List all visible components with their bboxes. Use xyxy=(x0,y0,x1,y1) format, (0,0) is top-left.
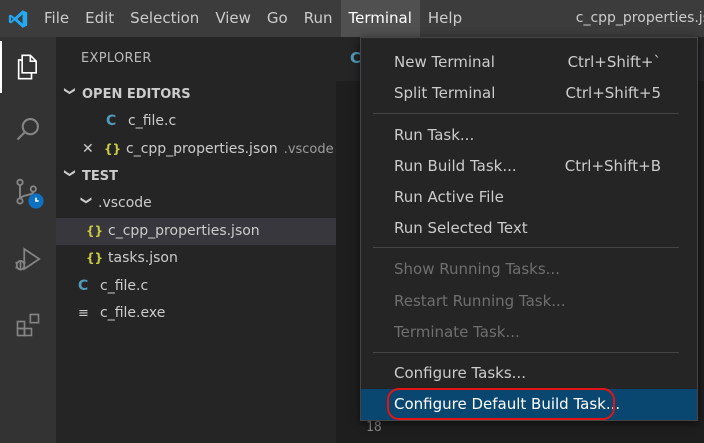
activity-bar xyxy=(0,37,56,443)
menu-bar: File Edit Selection View Go Run Terminal… xyxy=(36,0,470,37)
menu-go[interactable]: Go xyxy=(259,0,296,37)
menu-edit[interactable]: Edit xyxy=(77,0,122,37)
menu-item-run-task[interactable]: Run Task... xyxy=(361,120,697,151)
menu-item-label: Run Selected Text xyxy=(394,219,528,237)
menu-item-label: Terminate Task... xyxy=(394,323,520,341)
menu-item-label: Run Build Task... xyxy=(394,157,517,175)
menu-run[interactable]: Run xyxy=(296,0,341,37)
title-bar: File Edit Selection View Go Run Terminal… xyxy=(0,0,704,37)
json-file-icon: {} xyxy=(104,141,122,156)
c-file-icon: C xyxy=(106,113,117,129)
file-folder-description: .vscode xyxy=(283,141,334,157)
window-title: c_cpp_properties.js xyxy=(575,10,704,26)
menu-item-label: Show Running Tasks... xyxy=(394,260,560,278)
menu-item-label: Split Terminal xyxy=(394,84,496,102)
menu-item-label: New Terminal xyxy=(394,53,495,71)
close-icon[interactable]: ✕ xyxy=(82,136,104,164)
explorer-icon[interactable] xyxy=(0,41,56,93)
menu-item-show-running-tasks: Show Running Tasks... xyxy=(361,254,697,285)
menu-item-label: Run Active File xyxy=(394,188,504,206)
line-number: 18 xyxy=(366,420,382,435)
menu-selection[interactable]: Selection xyxy=(122,0,207,37)
file-name: c_file.c xyxy=(128,113,177,129)
menu-item-restart-running-task: Restart Running Task... xyxy=(361,286,697,317)
menu-terminal[interactable]: Terminal xyxy=(340,0,420,37)
workspace-label: TEST xyxy=(82,169,118,184)
menu-item-shortcut: Ctrl+Shift+` xyxy=(567,53,661,71)
menu-item-configure-tasks[interactable]: Configure Tasks... xyxy=(361,358,697,389)
folder-name: .vscode xyxy=(98,195,152,211)
open-editors-header[interactable]: ❯ OPEN EDITORS xyxy=(56,81,336,108)
explorer-sidebar: EXPLORER ❯ OPEN EDITORS C c_file.c ✕ {} … xyxy=(56,37,336,443)
terminal-menu-dropdown: New Terminal Ctrl+Shift+` Split Terminal… xyxy=(360,37,698,421)
run-debug-icon[interactable] xyxy=(0,233,56,285)
open-editors-label: OPEN EDITORS xyxy=(82,87,191,102)
menu-item-shortcut: Ctrl+Shift+B xyxy=(564,157,661,175)
json-file-icon: {} xyxy=(86,251,104,265)
menu-item-run-active-file[interactable]: Run Active File xyxy=(361,182,697,213)
file-name: c_file.c xyxy=(100,277,149,294)
c-file-icon: C xyxy=(78,277,89,294)
sidebar-title: EXPLORER xyxy=(81,51,152,66)
menu-item-run-selected-text[interactable]: Run Selected Text xyxy=(361,213,697,244)
menu-item-split-terminal[interactable]: Split Terminal Ctrl+Shift+5 xyxy=(361,78,697,109)
file-name: c_cpp_properties.json xyxy=(126,140,278,157)
workspace-header[interactable]: ❯ TEST xyxy=(56,163,336,190)
search-icon[interactable] xyxy=(0,103,56,155)
menu-separator xyxy=(373,352,679,353)
menu-item-label: Restart Running Task... xyxy=(394,292,566,310)
menu-file[interactable]: File xyxy=(36,0,77,37)
menu-item-new-terminal[interactable]: New Terminal Ctrl+Shift+` xyxy=(361,47,697,78)
chevron-down-icon: ❯ xyxy=(63,168,77,178)
file-item[interactable]: C c_file.c xyxy=(56,273,336,301)
open-editor-item[interactable]: ✕ {} c_cpp_properties.json .vscode xyxy=(56,136,336,164)
file-name: c_cpp_properties.json xyxy=(108,222,260,239)
menu-separator xyxy=(373,247,679,248)
highlight-annotation xyxy=(387,388,615,420)
menu-item-label: Run Task... xyxy=(394,126,475,144)
json-file-icon: {} xyxy=(86,223,104,238)
source-control-icon[interactable] xyxy=(0,167,56,219)
menu-item-shortcut: Ctrl+Shift+5 xyxy=(565,84,661,102)
file-item[interactable]: {} tasks.json xyxy=(56,245,336,273)
open-editor-item[interactable]: C c_file.c xyxy=(56,108,336,136)
folder-item[interactable]: ❯ .vscode xyxy=(56,190,336,218)
file-item[interactable]: ≡ c_file.exe xyxy=(56,300,336,328)
menu-help[interactable]: Help xyxy=(420,0,470,37)
file-name: tasks.json xyxy=(108,250,178,266)
menu-item-run-build-task[interactable]: Run Build Task... Ctrl+Shift+B xyxy=(361,151,697,182)
file-name: c_file.exe xyxy=(100,305,166,321)
extensions-icon[interactable] xyxy=(0,299,56,351)
menu-separator xyxy=(373,113,679,114)
file-item[interactable]: {} c_cpp_properties.json xyxy=(56,217,336,245)
exe-file-icon: ≡ xyxy=(78,306,89,321)
chevron-down-icon: ❯ xyxy=(63,86,77,96)
chevron-down-icon: ❯ xyxy=(79,195,93,205)
menu-item-terminate-task: Terminate Task... xyxy=(361,317,697,348)
vscode-logo-icon xyxy=(0,0,36,37)
menu-view[interactable]: View xyxy=(207,0,259,37)
menu-item-label: Configure Tasks... xyxy=(394,364,526,382)
